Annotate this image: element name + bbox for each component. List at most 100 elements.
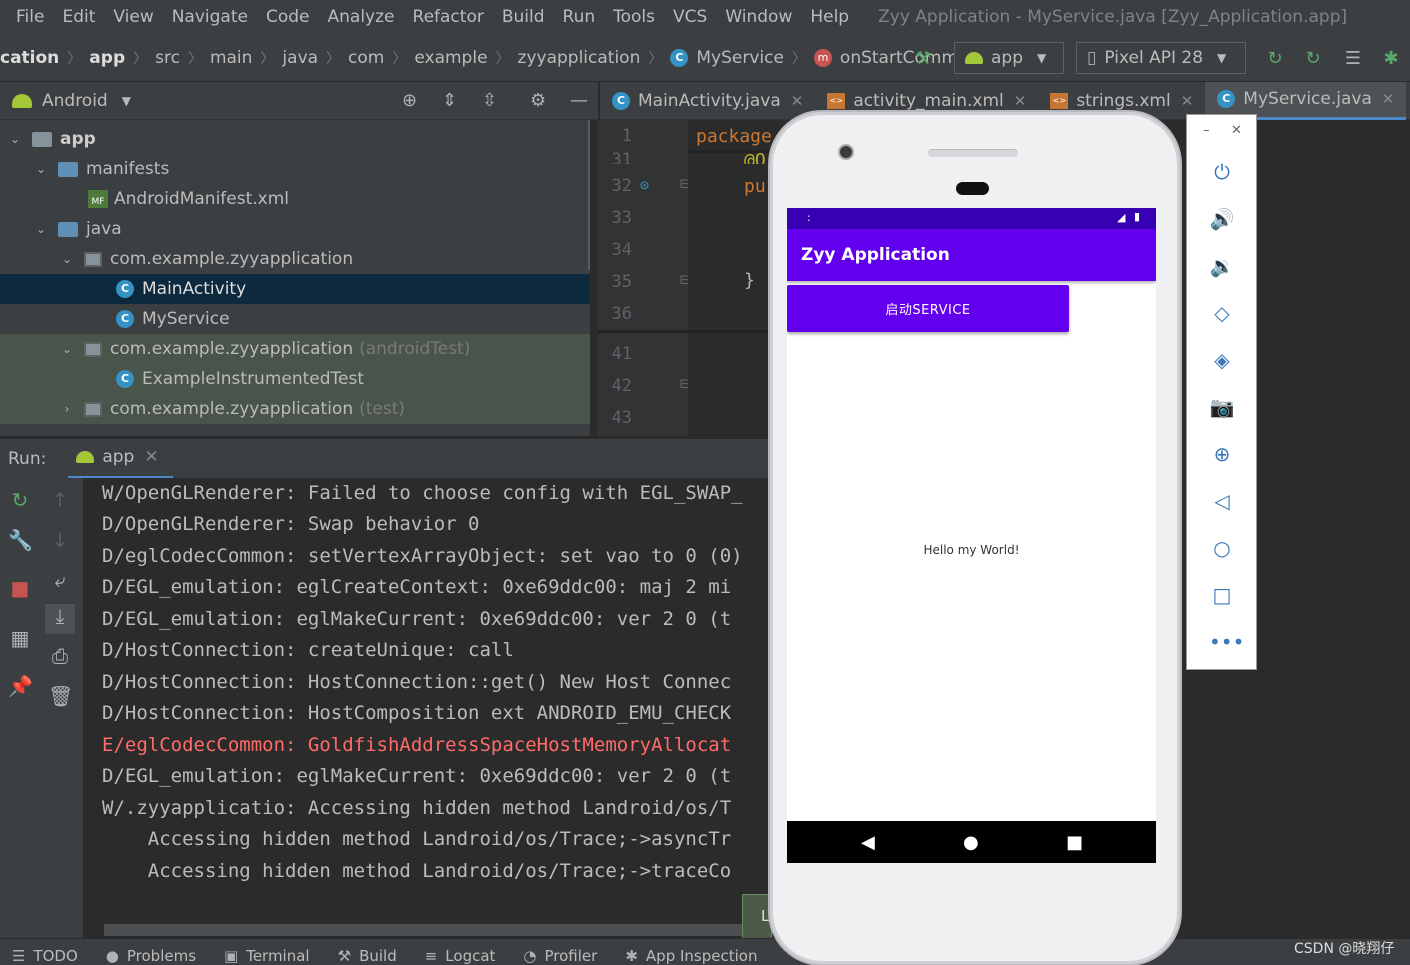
chevron-down-icon[interactable]: ▼ [122,94,131,108]
gear-icon[interactable]: ⚙ [530,90,546,111]
tree-row-androidmanifest[interactable]: MF AndroidManifest.xml [0,184,590,214]
tree-row-java[interactable]: ⌄ java [0,214,590,244]
chevron-right-icon[interactable]: › [60,402,74,416]
expand-all-icon[interactable]: ⇕ [442,90,457,111]
chevron-down-icon[interactable]: ⌄ [34,162,48,176]
tool-build[interactable]: ⚒ Build [338,938,397,965]
breadcrumb-item[interactable]: MyService [696,48,784,68]
chevron-down-icon[interactable]: ⌄ [8,132,22,146]
tree-row-manifests[interactable]: ⌄ manifests [0,154,590,184]
down-arrow-icon[interactable]: ↓ [48,528,72,552]
menu-help[interactable]: Help [801,7,858,27]
overview-icon[interactable]: ■ [1066,832,1083,853]
device-dropdown[interactable]: ▯ Pixel API 28 ▼ [1076,42,1246,74]
menu-tools[interactable]: Tools [604,7,664,27]
breadcrumb-item[interactable]: cation [0,48,59,68]
menu-analyze[interactable]: Analyze [319,7,404,27]
rerun-icon[interactable]: ↻ [8,488,32,512]
menu-build[interactable]: Build [493,7,554,27]
home-icon[interactable]: ● [963,832,979,853]
breadcrumb-item[interactable]: src [155,48,180,68]
up-arrow-icon[interactable]: ↑ [48,488,72,512]
tool-app-inspection[interactable]: ✱ App Inspection [625,938,757,965]
menu-vcs[interactable]: VCS [664,7,716,27]
tree-scrollbar[interactable] [588,120,590,270]
android-icon [965,52,983,64]
breadcrumb-item[interactable]: example [414,48,487,68]
menu-navigate[interactable]: Navigate [163,7,257,27]
scroll-to-end-icon[interactable]: ⤓ [45,604,75,634]
start-service-button[interactable]: 启动SERVICE [787,285,1069,332]
breadcrumb-item[interactable]: zyyapplication [518,48,641,68]
menu-window[interactable]: Window [716,7,801,27]
menu-view[interactable]: View [104,7,162,27]
soft-wrap-icon[interactable]: ⤶ [48,568,72,592]
minimize-icon[interactable]: – [1203,123,1210,138]
tool-logcat[interactable]: ≡ Logcat [425,938,496,965]
menu-code[interactable]: Code [257,7,319,27]
breadcrumb-item[interactable]: com [348,48,384,68]
tree-row-app[interactable]: ⌄ app [0,124,590,154]
menu-file[interactable]: File [0,7,53,27]
tree-row-package[interactable]: ⌄ com.example.zyyapplication [0,244,590,274]
apply-code-changes-icon[interactable]: ☰ [1342,48,1364,70]
overview-icon[interactable]: □ [1209,582,1235,608]
tool-terminal[interactable]: ▣ Terminal [224,938,310,965]
close-icon[interactable]: ✕ [1014,92,1027,110]
console-horizontal-scrollbar[interactable] [104,924,764,936]
volume-down-icon[interactable]: 🔉 [1209,253,1235,279]
more-icon[interactable]: ••• [1209,629,1244,655]
override-marker-icon[interactable]: ⊙ [640,176,649,194]
tree-row-exampleinstrumentedtest[interactable]: C ExampleInstrumentedTest [0,364,590,394]
back-icon[interactable]: ◁ [1209,488,1235,514]
run-tab-app[interactable]: app ✕ [68,439,173,479]
menu-run[interactable]: Run [554,7,605,27]
tab-mainactivity[interactable]: C MainActivity.java ✕ [600,82,815,120]
camera-screenshot-icon[interactable]: 📷 [1209,394,1235,420]
tool-profiler[interactable]: ◔ Profiler [523,938,597,965]
chevron-down-icon[interactable]: ⌄ [60,252,74,266]
print-icon[interactable]: ⎙ [48,644,72,668]
pin-icon[interactable]: 📌 [8,674,33,698]
breadcrumb-item[interactable]: app [89,48,125,68]
tool-problems[interactable]: ● Problems [106,938,196,965]
breadcrumb-item[interactable]: java [282,48,318,68]
run-config-dropdown[interactable]: app ▼ [954,42,1064,74]
rerun-icon[interactable]: ↻ [1264,48,1286,70]
project-view-mode[interactable]: Android [42,91,108,111]
locate-crosshair-icon[interactable]: ⊕ [402,90,417,111]
tree-row-package-androidtest[interactable]: ⌄ com.example.zyyapplication (androidTes… [0,334,590,364]
trash-icon[interactable]: 🗑 [48,684,73,708]
stop-icon[interactable]: ■ [8,576,32,600]
tree-row-mainactivity[interactable]: C MainActivity [0,274,590,304]
close-icon[interactable]: ✕ [144,447,158,467]
hammer-build-icon[interactable]: ⚒ [912,48,934,70]
close-icon[interactable]: ✕ [1382,90,1395,108]
menu-refactor[interactable]: Refactor [404,7,493,27]
menu-edit[interactable]: Edit [53,7,104,27]
tool-todo[interactable]: ☰ TODO [12,938,78,965]
run-notification-box[interactable]: L [742,894,772,940]
wrench-icon[interactable]: 🔧 [8,528,33,552]
tree-row-package-test[interactable]: › com.example.zyyapplication (test) [0,394,590,424]
debug-bug-icon[interactable]: ✱ [1380,48,1402,70]
rotate-left-icon[interactable]: ◇ [1209,300,1235,326]
collapse-all-icon[interactable]: ⇳ [482,90,497,111]
zoom-icon[interactable]: ⊕ [1209,441,1235,467]
chevron-down-icon[interactable]: ⌄ [34,222,48,236]
close-icon[interactable]: ✕ [1231,123,1242,138]
rotate-right-icon[interactable]: ◈ [1209,347,1235,373]
close-icon[interactable]: ✕ [1181,92,1194,110]
chevron-down-icon[interactable]: ⌄ [60,342,74,356]
power-icon[interactable]: ⏻ [1209,159,1235,185]
breadcrumb-item[interactable]: main [210,48,252,68]
apply-changes-icon[interactable]: ↻ [1302,48,1324,70]
close-icon[interactable]: ✕ [791,92,804,110]
emulator-screen[interactable]: : ◢ ▮ Zyy Application 启动SERVICE Hello my… [787,208,1156,863]
minimize-icon[interactable]: — [570,90,588,111]
volume-up-icon[interactable]: 🔊 [1209,206,1235,232]
layout-icon[interactable]: ▦ [8,626,32,650]
tree-row-myservice[interactable]: C MyService [0,304,590,334]
home-icon[interactable]: ○ [1209,535,1235,561]
back-icon[interactable]: ◀ [861,832,875,853]
